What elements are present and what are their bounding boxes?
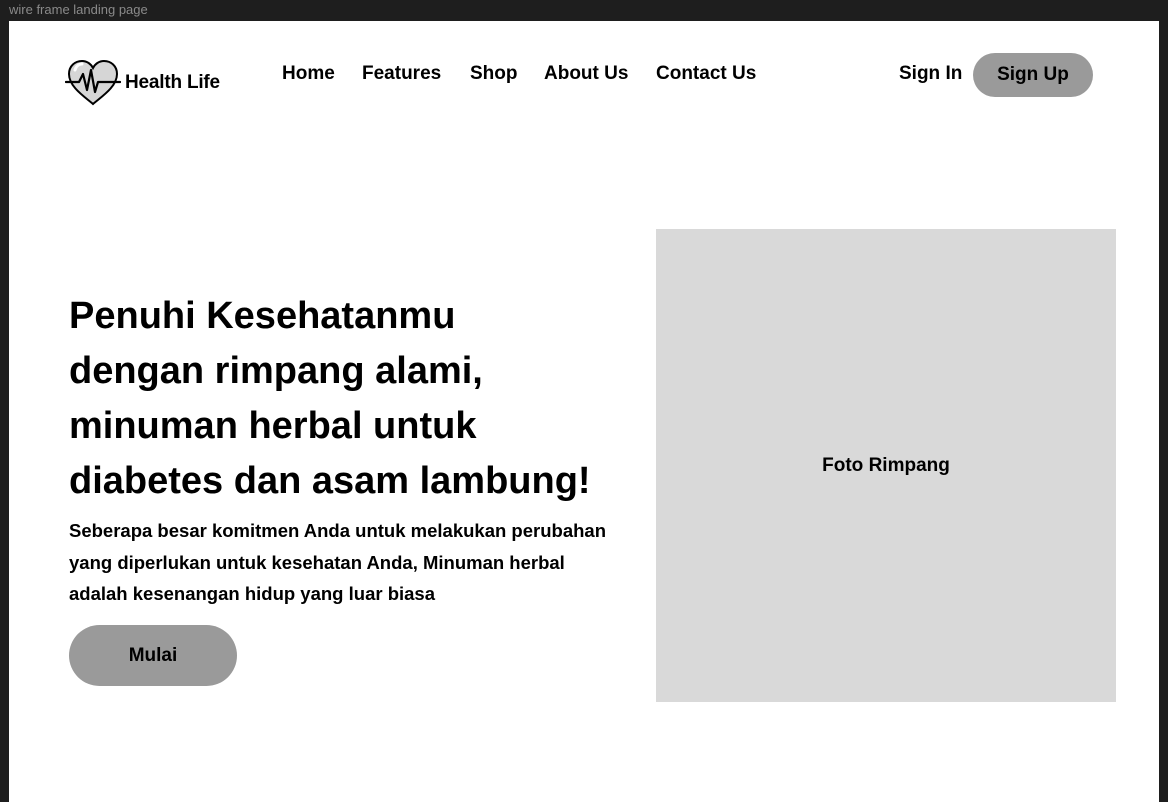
brand-logo[interactable]: Health Life [65, 58, 220, 108]
nav-item-features[interactable]: Features [362, 63, 470, 85]
sign-up-button[interactable]: Sign Up [973, 53, 1093, 97]
hero-title: Penuhi Kesehatanmu dengan rimpang alami,… [69, 289, 669, 509]
nav-item-contact-us[interactable]: Contact Us [656, 63, 756, 85]
nav-item-shop[interactable]: Shop [470, 63, 544, 85]
main-nav: Home Features Shop About Us Contact Us [282, 63, 756, 85]
nav-item-home[interactable]: Home [282, 63, 362, 85]
frame-label: wire frame landing page [9, 2, 148, 17]
hero-title-line: Penuhi Kesehatanmu [69, 295, 456, 337]
brand-name: Health Life [125, 72, 220, 93]
hero-title-line: dengan rimpang alami, [69, 350, 483, 392]
image-placeholder-label: Foto Rimpang [822, 454, 950, 476]
sign-in-link[interactable]: Sign In [899, 63, 962, 85]
hero-subtitle-line: Seberapa besar komitmen Anda untuk melak… [69, 520, 606, 541]
heart-pulse-icon [65, 58, 121, 108]
landing-page-canvas: Health Life Home Features Shop About Us … [9, 21, 1159, 802]
hero-image-placeholder: Foto Rimpang [656, 229, 1116, 702]
nav-item-about-us[interactable]: About Us [544, 63, 656, 85]
hero-subtitle-line: adalah kesenangan hidup yang luar biasa [69, 583, 435, 604]
hero-subtitle: Seberapa besar komitmen Anda untuk melak… [69, 515, 659, 610]
start-button[interactable]: Mulai [69, 625, 237, 686]
hero-title-line: diabetes dan asam lambung! [69, 460, 591, 502]
hero-title-line: minuman herbal untuk [69, 405, 477, 447]
hero-subtitle-line: yang diperlukan untuk kesehatan Anda, Mi… [69, 551, 565, 573]
